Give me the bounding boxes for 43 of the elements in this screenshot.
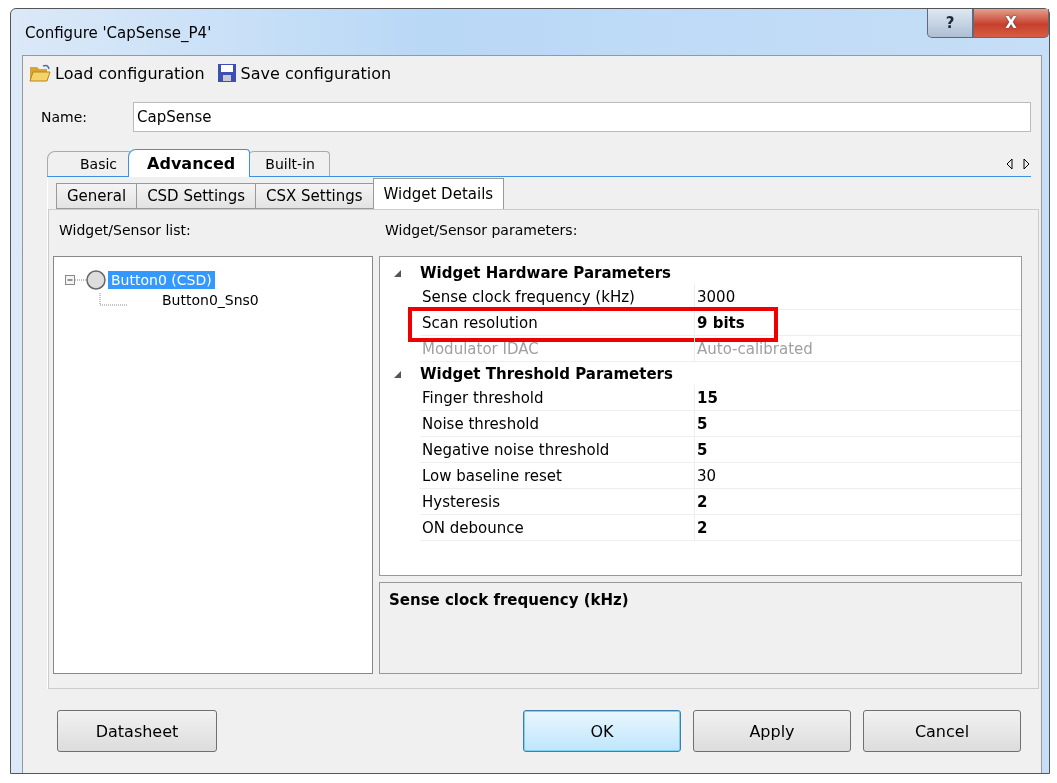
property-value[interactable]: 3000 [694,284,1021,310]
save-configuration-button[interactable]: Save configuration [214,63,394,83]
property-name: Hysteresis [420,489,694,515]
dialog-button[interactable]: Cancel [863,710,1021,752]
tab[interactable]: General [56,183,138,209]
dialog-button[interactable]: Apply [693,710,851,752]
window-title: Configure 'CapSense_P4' [25,24,212,42]
name-field[interactable]: CapSense [133,102,1031,132]
name-label: Name: [41,109,89,125]
collapse-icon[interactable] [64,269,108,291]
description-title: Sense clock frequency (kHz) [389,591,629,609]
tree-connector-icon [99,293,129,307]
load-configuration-button[interactable]: Load configuration [27,63,207,83]
tab[interactable]: Advanced [128,149,251,177]
property-name: Sense clock frequency (kHz) [420,284,694,310]
close-button[interactable]: X [973,9,1049,38]
property-value[interactable]: 30 [694,463,1021,489]
parameters-heading: Widget/Sensor parameters: [384,221,579,240]
help-button[interactable]: ? [927,9,973,38]
property-value[interactable]: 2 [694,489,1021,515]
property-name: Noise threshold [420,411,694,437]
tab[interactable]: Widget Details [372,178,505,209]
folder-icon [29,63,51,83]
property-name: Negative noise threshold [420,437,694,463]
property-name: Scan resolution [420,310,694,336]
list-heading: Widget/Sensor list: [58,221,192,240]
dialog-button[interactable]: OK [523,710,681,752]
tab[interactable]: CSD Settings [136,183,256,209]
tab[interactable]: CSX Settings [254,183,374,209]
tree-item[interactable]: Button0_Sns0 [159,291,262,309]
property-name: Modulator IDAC [420,336,694,362]
property-value[interactable]: 2 [694,515,1021,541]
property-name: Finger threshold [420,385,694,411]
group-title: Widget Hardware Parameters [420,263,671,282]
property-value[interactable]: 5 [694,411,1021,437]
property-name: ON debounce [420,515,694,541]
datasheet-button[interactable]: Datasheet [57,710,217,752]
property-name: Low baseline reset [420,463,694,489]
property-value[interactable]: 5 [694,437,1021,463]
tab-scroll-arrows-icon[interactable] [1005,158,1031,170]
property-value[interactable]: 9 bits [694,310,1021,336]
property-value[interactable]: 15 [694,385,1021,411]
group-title: Widget Threshold Parameters [420,364,673,383]
